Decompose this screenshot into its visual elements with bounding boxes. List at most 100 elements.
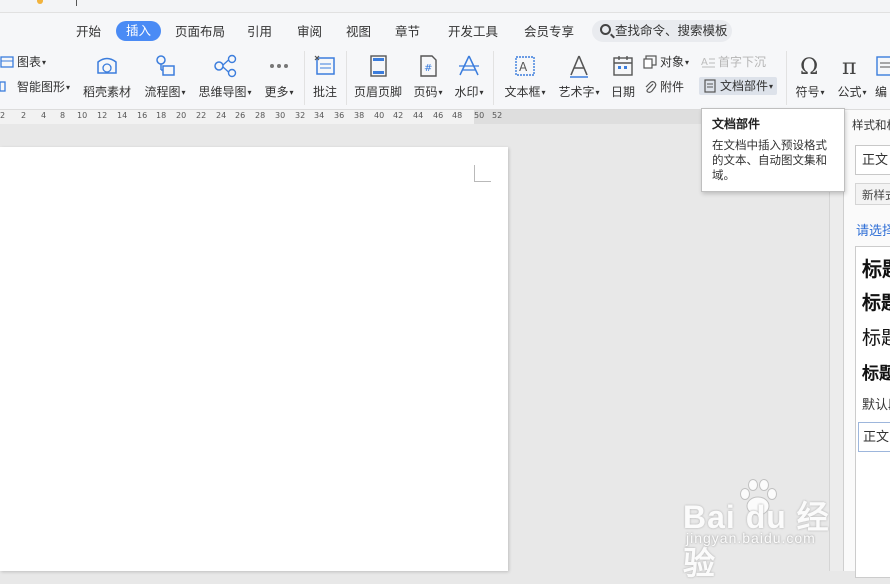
current-style-field[interactable]: 正文 (855, 145, 890, 175)
tab-references[interactable]: 引用 (243, 22, 276, 42)
ruler-tick: 46 (433, 111, 444, 120)
drop-cap-button[interactable]: A 首字下沉 (701, 53, 766, 71)
ribbon-separator (786, 51, 787, 105)
header-footer-icon (370, 55, 387, 77)
document-parts-button[interactable]: 文档部件▾ (699, 77, 778, 95)
ruler-tick: 28 (255, 111, 266, 120)
new-style-button[interactable]: 新样式 (855, 183, 890, 205)
ribbon-separator (346, 51, 347, 105)
style-default-font[interactable]: 默认段落字体 (862, 394, 890, 413)
daoke-material-button[interactable]: 稻壳素材 (82, 53, 132, 100)
more-button[interactable]: 更多▾ (261, 53, 297, 100)
equation-button[interactable]: π 公式▾ (834, 53, 870, 100)
ruler-tick: 42 (393, 111, 404, 120)
flowchart-button[interactable]: 流程图▾ (142, 53, 188, 100)
tab-insert[interactable]: 插入 (116, 21, 162, 41)
document-parts-icon (704, 79, 716, 93)
ruler-tick: 10 (77, 111, 88, 120)
tab-home[interactable]: 开始 (72, 22, 105, 42)
ruler-tick: 50 (474, 111, 485, 120)
watermark-button[interactable]: 水印▾ (451, 53, 487, 100)
svg-text:π: π (842, 55, 856, 79)
ruler-tick: 12 (97, 111, 108, 120)
ruler-tick: 4 (41, 111, 47, 120)
symbol-button[interactable]: Ω 符号▾ (792, 53, 828, 100)
style-heading-2[interactable]: 标题 (862, 288, 890, 315)
search-text: 查找命令、搜索模板 (615, 23, 728, 38)
style-heading-4[interactable]: 标题 (862, 359, 890, 384)
tab-chapter[interactable]: 章节 (391, 22, 424, 42)
attachment-button[interactable]: 附件 (643, 78, 684, 96)
shell-material-icon (97, 57, 117, 74)
ruler-tick: 34 (314, 111, 325, 120)
svg-text:#: # (424, 63, 432, 74)
ruler-tick: 22 (196, 111, 207, 120)
page-number-button[interactable]: # 页码▾ (410, 53, 446, 100)
ruler-tick: 40 (374, 111, 385, 120)
ruler-tick: 20 (176, 111, 187, 120)
choose-style-link[interactable]: 请选择 (856, 220, 890, 239)
flowchart-icon (156, 55, 175, 76)
object-icon (643, 55, 657, 69)
ruler-tick: 52 (492, 111, 503, 120)
document-parts-tooltip: 文档部件 在文档中插入预设格式的文本、自动图文集和域。 (701, 108, 845, 192)
tab-review[interactable]: 审阅 (293, 22, 326, 42)
tab-member[interactable]: 会员专享 (520, 22, 578, 42)
paperclip-icon (645, 81, 657, 93)
comment-button[interactable]: 批注 (310, 53, 340, 100)
calendar-icon (613, 56, 633, 76)
tab-view[interactable]: 视图 (342, 22, 375, 42)
style-heading-3[interactable]: 标题 (862, 323, 890, 350)
ruler-tick: 8 (60, 111, 66, 120)
tab-developer[interactable]: 开发工具 (444, 22, 502, 42)
ruler-tick: 36 (334, 111, 345, 120)
ruler-tick: 18 (156, 111, 167, 120)
baidu-jingyan-watermark: Bai du 经验 jingyan.baidu.com (683, 476, 853, 581)
drop-cap-icon: A (701, 57, 715, 68)
mindmap-button[interactable]: 思维导图▾ (196, 53, 254, 100)
comment-icon (314, 55, 335, 75)
mindmap-icon (214, 54, 237, 78)
search-icon (600, 24, 611, 35)
svg-text:A: A (519, 60, 528, 74)
chart-icon (0, 56, 14, 68)
ruler-tick: 24 (216, 111, 227, 120)
textbox-icon: A (515, 56, 535, 76)
ruler-tick: 48 (452, 111, 463, 120)
tab-page-layout[interactable]: 页面布局 (171, 22, 229, 42)
pi-icon: π (842, 55, 856, 79)
ruler-tick: 32 (295, 111, 306, 120)
ruler-tick: 2 (0, 111, 6, 120)
textbox-button[interactable]: A 文本框▾ (501, 53, 549, 100)
search-command-box[interactable]: 查找命令、搜索模板 (592, 20, 732, 42)
ruler-tick: 30 (275, 111, 286, 120)
more-dots-icon (270, 64, 288, 68)
wordart-button[interactable]: 艺术字▾ (555, 53, 603, 100)
style-body-text[interactable]: 正文 (858, 422, 890, 452)
watermark-icon (459, 55, 479, 76)
ruler-tick: 26 (235, 111, 246, 120)
margin-corner-mark (474, 165, 491, 182)
ribbon-separator (304, 51, 305, 105)
svg-text:Ω: Ω (800, 55, 818, 79)
edit-button[interactable]: 编 (875, 53, 890, 100)
ruler-tick: 14 (117, 111, 128, 120)
wordart-icon (570, 55, 588, 78)
smart-art-button[interactable]: 智能图形▾ (0, 78, 70, 96)
date-button[interactable]: 日期 (609, 53, 637, 100)
tooltip-title: 文档部件 (712, 117, 761, 131)
title-bar (0, 0, 890, 13)
style-heading-1[interactable]: 标题 (862, 253, 890, 282)
tooltip-description: 在文档中插入预设格式的文本、自动图文集和域。 (712, 138, 827, 182)
object-button[interactable]: 对象▾ (643, 53, 689, 71)
ribbon-separator (493, 51, 494, 105)
document-page[interactable] (0, 147, 508, 571)
horizontal-ruler[interactable]: 2 2 4 8 10 12 14 16 18 20 22 24 26 28 30… (0, 110, 474, 124)
page-number-icon: # (420, 55, 437, 77)
header-footer-button[interactable]: 页眉页脚 (352, 53, 404, 100)
styles-panel-title: 样式和格式 (852, 118, 890, 132)
watermark-url: jingyan.baidu.com (686, 530, 816, 546)
chart-button[interactable]: 图表▾ (0, 53, 46, 71)
style-list: 标题 标题 标题 标题 默认段落字体 正文 (855, 246, 890, 578)
menu-bar: 开始 插入 页面布局 引用 审阅 视图 章节 开发工具 会员专享 查找命令、搜索… (0, 13, 890, 47)
